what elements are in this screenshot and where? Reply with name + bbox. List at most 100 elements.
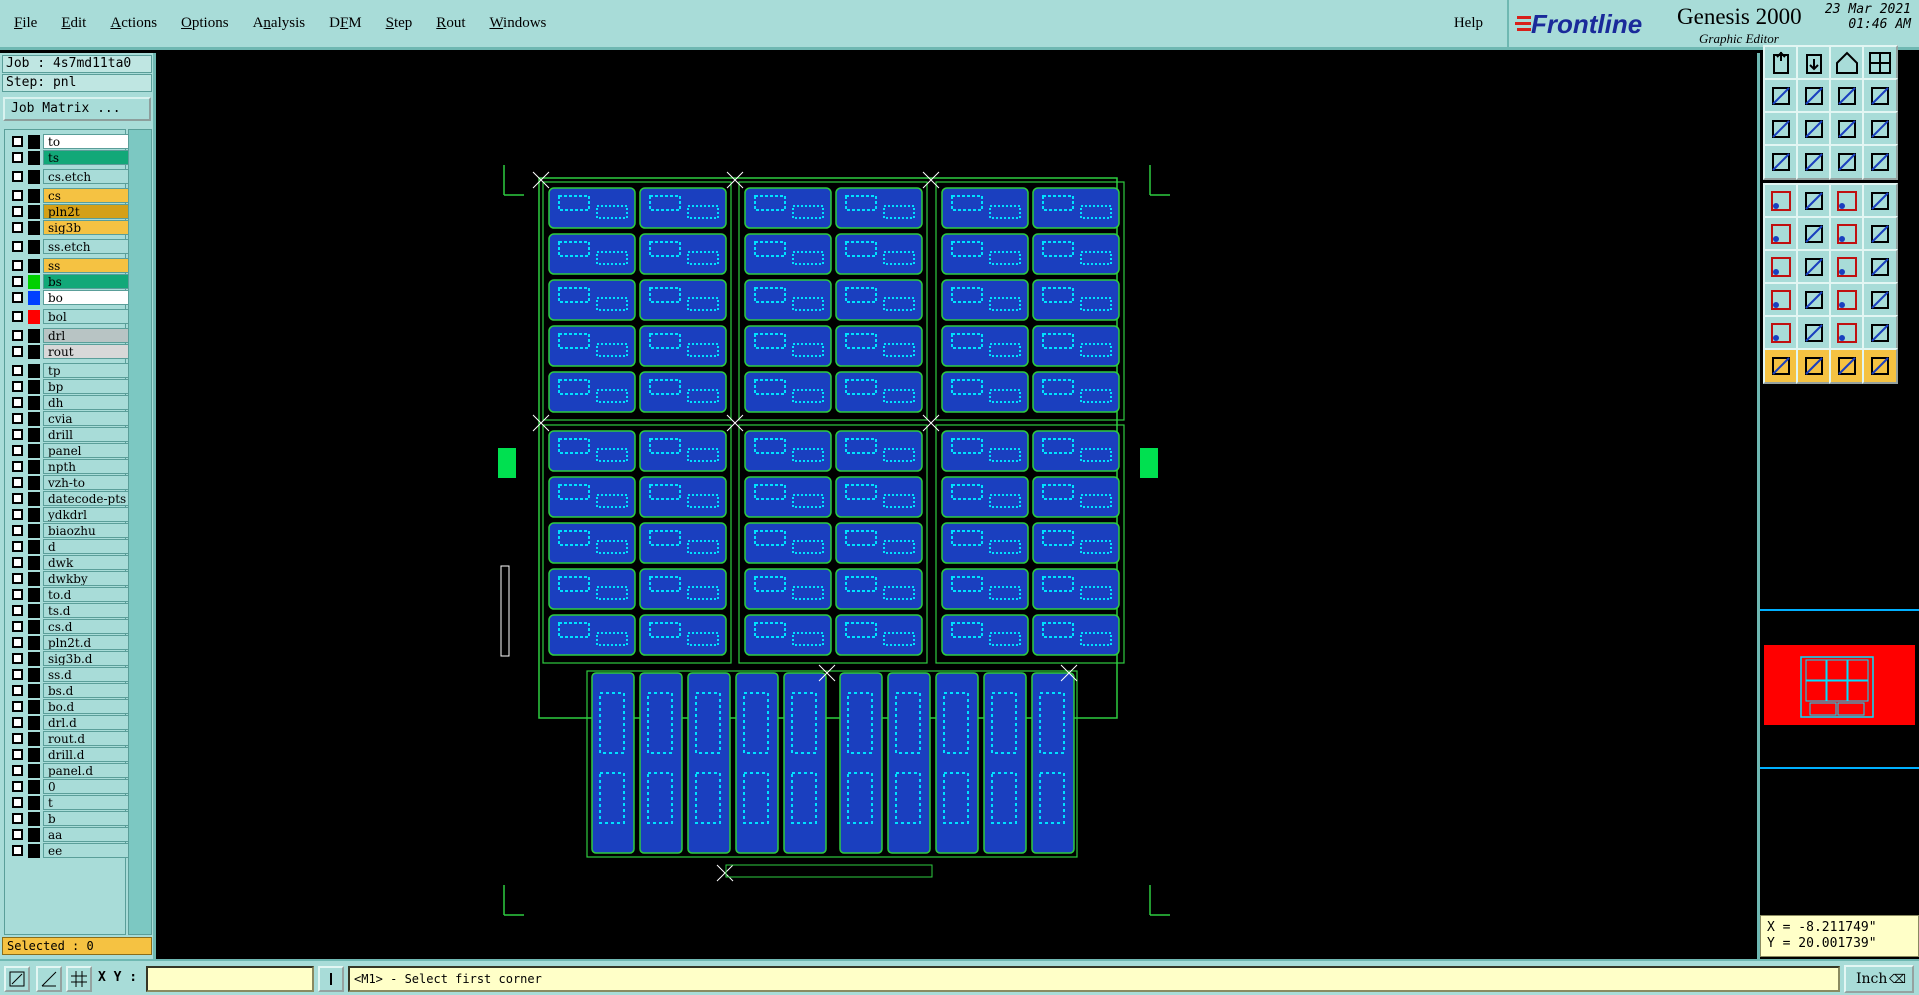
menu-actions[interactable]: Actions bbox=[110, 15, 157, 32]
multi-pointer-button[interactable] bbox=[1862, 348, 1898, 384]
layer-row[interactable]: dwk bbox=[7, 555, 129, 570]
ring-button[interactable] bbox=[1862, 282, 1898, 318]
layer-name[interactable]: dwk bbox=[43, 555, 129, 570]
layer-checkbox[interactable] bbox=[12, 413, 23, 424]
layer-row[interactable]: tp bbox=[7, 363, 129, 378]
layer-name[interactable]: to bbox=[43, 134, 129, 149]
layer-color-swatch[interactable] bbox=[28, 364, 40, 378]
layer-checkbox[interactable] bbox=[12, 365, 23, 376]
layer-color-swatch[interactable] bbox=[28, 572, 40, 586]
layer-checkbox[interactable] bbox=[12, 206, 23, 217]
layer-row[interactable]: ydkdrl bbox=[7, 507, 129, 522]
layer-list-scrollbar[interactable] bbox=[128, 129, 152, 935]
layer-checkbox[interactable] bbox=[12, 685, 23, 696]
layer-color-swatch[interactable] bbox=[28, 748, 40, 762]
delete-button[interactable] bbox=[1796, 216, 1832, 252]
layer-name[interactable]: drl.d bbox=[43, 715, 129, 730]
pyramid-alt-button[interactable] bbox=[1862, 315, 1898, 351]
layer-checkbox[interactable] bbox=[12, 621, 23, 632]
layer-row[interactable]: ss bbox=[7, 258, 129, 273]
help-button[interactable] bbox=[1862, 111, 1898, 147]
redo-zoom-button[interactable] bbox=[1862, 78, 1898, 114]
panel-drawing[interactable] bbox=[159, 53, 1757, 959]
layer-name[interactable]: dh bbox=[43, 395, 129, 410]
layer-row[interactable]: bo.d bbox=[7, 699, 129, 714]
ruler-button[interactable] bbox=[1829, 183, 1865, 219]
overview-map[interactable] bbox=[1760, 609, 1919, 769]
layer-checkbox[interactable] bbox=[12, 171, 23, 182]
layer-name[interactable]: ss.etch bbox=[43, 239, 129, 254]
layer-row[interactable]: drill.d bbox=[7, 747, 129, 762]
layer-checkbox[interactable] bbox=[12, 330, 23, 341]
layer-row[interactable]: panel.d bbox=[7, 763, 129, 778]
menu-file[interactable]: File bbox=[14, 15, 37, 32]
arrow-up-button[interactable] bbox=[1763, 315, 1799, 351]
menu-options[interactable]: Options bbox=[181, 15, 229, 32]
layer-row[interactable]: datecode-pts bbox=[7, 491, 129, 506]
layer-row[interactable]: b bbox=[7, 811, 129, 826]
circle-pad-button[interactable] bbox=[1862, 183, 1898, 219]
pointer-alt-button[interactable] bbox=[1829, 348, 1865, 384]
layer-checkbox[interactable] bbox=[12, 311, 23, 322]
menu-analysis[interactable]: Analysis bbox=[253, 15, 306, 32]
layer-row[interactable]: bs.d bbox=[7, 683, 129, 698]
layer-color-swatch[interactable] bbox=[28, 444, 40, 458]
layer-row[interactable]: ee bbox=[7, 843, 129, 858]
layer-checkbox[interactable] bbox=[12, 445, 23, 456]
layer-color-swatch[interactable] bbox=[28, 796, 40, 810]
layer-color-swatch[interactable] bbox=[28, 588, 40, 602]
layer-name[interactable]: ss.d bbox=[43, 667, 129, 682]
pan-left-button[interactable] bbox=[1763, 78, 1799, 114]
layer-checkbox[interactable] bbox=[12, 669, 23, 680]
layer-row[interactable]: t bbox=[7, 795, 129, 810]
connect-button[interactable] bbox=[1763, 216, 1799, 252]
layer-checkbox[interactable] bbox=[12, 605, 23, 616]
layer-row[interactable]: bo bbox=[7, 290, 129, 305]
pointer-button[interactable] bbox=[1763, 348, 1799, 384]
layer-row[interactable]: pln2t bbox=[7, 204, 129, 219]
layer-row[interactable]: ts.d bbox=[7, 603, 129, 618]
menu-edit[interactable]: Edit bbox=[61, 15, 86, 32]
layer-color-swatch[interactable] bbox=[28, 135, 40, 149]
graphic-canvas[interactable] bbox=[159, 53, 1757, 959]
resize-button[interactable] bbox=[1829, 282, 1865, 318]
layer-name[interactable]: bs.d bbox=[43, 683, 129, 698]
layer-name[interactable]: pln2t bbox=[43, 204, 129, 219]
layer-color-swatch[interactable] bbox=[28, 396, 40, 410]
layer-color-swatch[interactable] bbox=[28, 275, 40, 289]
layer-row[interactable]: ts bbox=[7, 150, 129, 165]
layer-name[interactable]: ss bbox=[43, 258, 129, 273]
layer-checkbox[interactable] bbox=[12, 276, 23, 287]
arc-button[interactable] bbox=[1829, 249, 1865, 285]
layer-color-swatch[interactable] bbox=[28, 652, 40, 666]
menu-windows[interactable]: Windows bbox=[489, 15, 546, 32]
copy-button[interactable] bbox=[1862, 216, 1898, 252]
layer-group-button[interactable] bbox=[1862, 144, 1898, 180]
info-button[interactable] bbox=[318, 966, 344, 992]
units-selector[interactable]: Inch ⌫ bbox=[1844, 965, 1914, 993]
layer-name[interactable]: cs.d bbox=[43, 619, 129, 634]
layer-row[interactable]: sig3b.d bbox=[7, 651, 129, 666]
layer-checkbox[interactable] bbox=[12, 136, 23, 147]
layer-color-swatch[interactable] bbox=[28, 380, 40, 394]
layer-name[interactable]: sig3b.d bbox=[43, 651, 129, 666]
layer-row[interactable]: to.d bbox=[7, 587, 129, 602]
layer-checkbox[interactable] bbox=[12, 429, 23, 440]
layer-checkbox[interactable] bbox=[12, 397, 23, 408]
layer-name[interactable]: ts bbox=[43, 150, 129, 165]
one-to-one-button[interactable] bbox=[1829, 111, 1865, 147]
layer-name[interactable]: rout.d bbox=[43, 731, 129, 746]
layer-checkbox[interactable] bbox=[12, 346, 23, 357]
layer-name[interactable]: tp bbox=[43, 363, 129, 378]
layer-name[interactable]: npth bbox=[43, 459, 129, 474]
layer-color-swatch[interactable] bbox=[28, 716, 40, 730]
layer-name[interactable]: dwkby bbox=[43, 571, 129, 586]
layer-name[interactable]: bo.d bbox=[43, 699, 129, 714]
job-matrix-button[interactable]: Job Matrix ... bbox=[3, 97, 151, 121]
layer-row[interactable]: pln2t.d bbox=[7, 635, 129, 650]
layer-name[interactable]: pln2t.d bbox=[43, 635, 129, 650]
layer-name[interactable]: to.d bbox=[43, 587, 129, 602]
layer-checkbox[interactable] bbox=[12, 701, 23, 712]
layer-name[interactable]: panel.d bbox=[43, 763, 129, 778]
layer-checkbox[interactable] bbox=[12, 813, 23, 824]
